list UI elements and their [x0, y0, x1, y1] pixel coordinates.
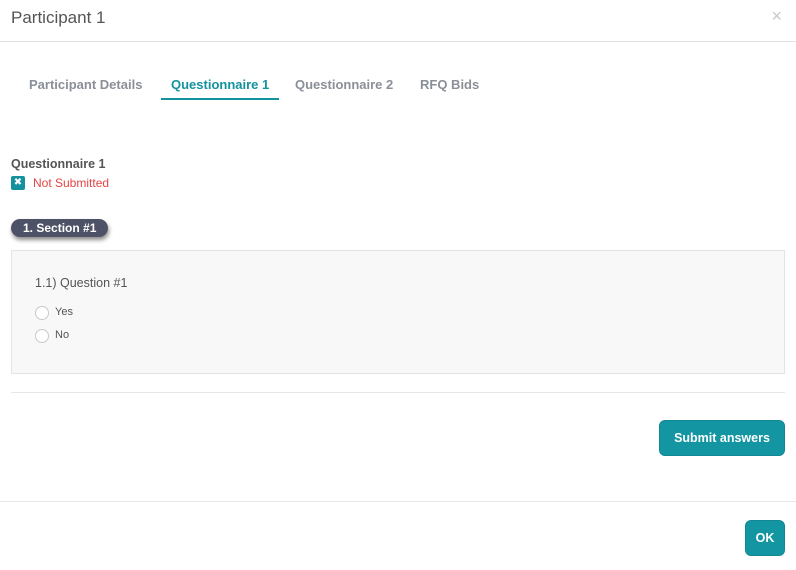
- option-label-no: No: [55, 329, 70, 341]
- tab-participant-details[interactable]: Participant Details: [19, 70, 152, 100]
- submit-answers-button[interactable]: Submit answers: [659, 420, 785, 456]
- tab-rfq-bids[interactable]: RFQ Bids: [410, 70, 489, 100]
- close-icon[interactable]: ×: [771, 6, 782, 26]
- ok-button[interactable]: OK: [745, 520, 785, 556]
- modal-header: Participant 1 ×: [0, 0, 796, 42]
- questionnaire-title: Questionnaire 1: [11, 157, 106, 171]
- radio-button-no[interactable]: [35, 329, 49, 343]
- divider: [11, 392, 785, 393]
- section-badge: 1. Section #1: [11, 219, 109, 237]
- option-label-yes: Yes: [55, 306, 73, 318]
- radio-button-yes[interactable]: [35, 306, 49, 320]
- question-text: 1.1) Question #1: [35, 276, 128, 290]
- question-panel: 1.1) Question #1 Yes No: [11, 250, 785, 374]
- participant-modal: Participant 1 × Participant Details Ques…: [0, 0, 796, 570]
- footer-divider: [0, 501, 796, 502]
- tab-questionnaire-1[interactable]: Questionnaire 1: [161, 70, 280, 100]
- modal-title: Participant 1: [11, 8, 106, 27]
- status-text: Not Submitted: [33, 176, 110, 190]
- x-box-icon: ✖: [11, 176, 25, 190]
- tab-questionnaire-2[interactable]: Questionnaire 2: [285, 70, 403, 100]
